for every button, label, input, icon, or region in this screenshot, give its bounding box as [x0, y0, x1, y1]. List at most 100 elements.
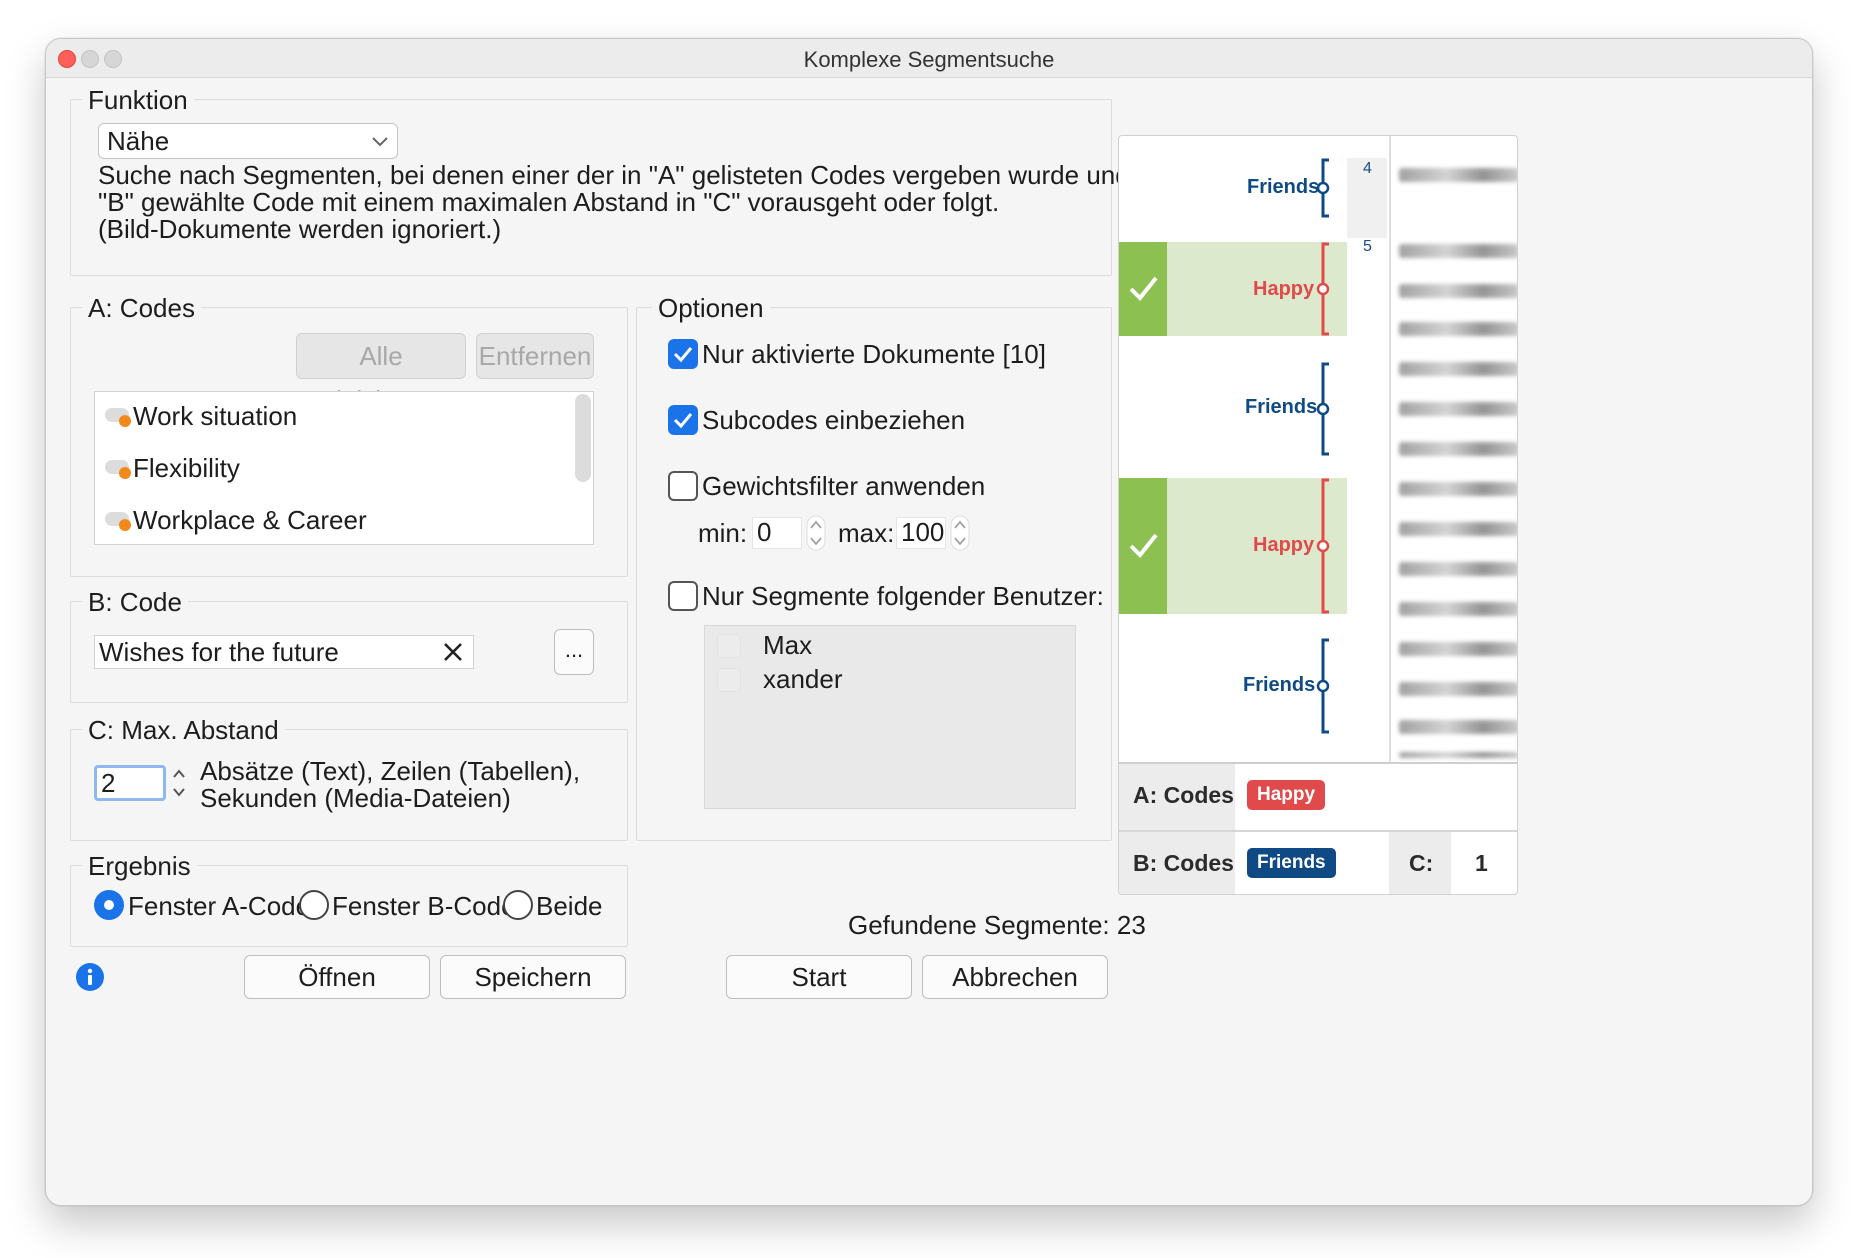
happy-code-label: Happy: [1253, 278, 1315, 300]
distance-value: 2: [101, 768, 116, 798]
user-list[interactable]: Max xander: [704, 625, 1076, 809]
friends-code-label: Friends: [1243, 674, 1316, 696]
blurred-text-line: [1399, 284, 1517, 298]
blurred-text-line: [1399, 682, 1517, 696]
cancel-button[interactable]: Abbrechen: [922, 955, 1108, 999]
check-icon: [1129, 276, 1158, 301]
browse-code-button[interactable]: ...: [554, 629, 594, 675]
blurred-text-line: [1399, 244, 1517, 258]
funktion-select[interactable]: Nähe: [98, 123, 398, 159]
distance-input[interactable]: 2: [94, 765, 166, 801]
include-subcodes-label: Subcodes einbeziehen: [702, 405, 966, 435]
dialog-window: Komplexe Segmentsuche Funktion Nähe Such…: [45, 38, 1813, 1206]
max-value: 100: [901, 517, 945, 547]
user-xander-label: xander: [763, 664, 843, 694]
distance-stepper[interactable]: [170, 765, 188, 801]
b-code-value: Wishes for the future: [99, 637, 339, 667]
list-scrollbar[interactable]: [575, 394, 591, 482]
legend-c-value: 1: [1475, 850, 1488, 876]
start-button[interactable]: Start: [726, 955, 912, 999]
blurred-text-line: [1399, 562, 1517, 576]
distance-unit-line2: Sekunden (Media-Dateien): [200, 783, 511, 813]
remove-button[interactable]: Entfernen: [476, 333, 594, 379]
legend-c-label: C:: [1409, 850, 1434, 876]
legend-b-label: B: Codes: [1133, 850, 1234, 876]
code-bracket-friends: [1316, 362, 1330, 456]
user-max-label: Max: [763, 630, 813, 660]
friends-code-label: Friends: [1247, 176, 1320, 198]
friends-code-label: Friends: [1245, 396, 1318, 418]
funktion-select-value: Nähe: [107, 126, 170, 156]
open-button[interactable]: Öffnen: [244, 955, 430, 999]
funktion-label: Funktion: [82, 85, 194, 115]
weight-filter-label: Gewichtsfilter anwenden: [702, 471, 986, 501]
code-bracket-friends: [1316, 638, 1330, 734]
found-segments-text: Gefundene Segmente: 23: [848, 910, 1146, 940]
blurred-text-line: [1399, 402, 1517, 416]
max-stepper[interactable]: [950, 515, 970, 551]
only-active-docs-checkbox[interactable]: [668, 339, 698, 369]
check-icon: [673, 347, 693, 363]
blurred-text-line: [1399, 482, 1517, 496]
blurred-text-line: [1399, 642, 1517, 656]
a-codes-label: A: Codes: [82, 293, 201, 323]
ergebnis-label: Ergebnis: [82, 851, 197, 881]
result-window-a-radio[interactable]: [94, 890, 124, 920]
funktion-desc-line3: (Bild-Dokumente werden ignoriert.): [98, 214, 502, 244]
result-window-a-label: Fenster A-Code: [128, 891, 311, 921]
b-code-label: B: Code: [82, 587, 188, 617]
chevron-down-icon: [372, 137, 388, 147]
blurred-text-line: [1399, 720, 1517, 734]
c-abstand-label: C: Max. Abstand: [82, 715, 285, 745]
column-divider: [1389, 136, 1391, 762]
check-icon: [1129, 533, 1158, 558]
blurred-text-line: [1399, 322, 1517, 336]
clear-icon[interactable]: [443, 642, 463, 662]
max-label: max:: [838, 518, 895, 548]
info-icon[interactable]: [76, 963, 104, 991]
code-tag-icon: [105, 408, 131, 427]
a-codes-list[interactable]: Work situation Flexibility Workplace & C…: [94, 391, 594, 545]
code-tag-icon: [105, 460, 131, 479]
max-input[interactable]: 100: [896, 517, 946, 549]
min-stepper[interactable]: [806, 515, 826, 551]
min-value: 0: [757, 517, 772, 547]
code-label: Work situation: [133, 401, 298, 431]
b-code-field[interactable]: Wishes for the future: [94, 635, 474, 669]
code-bracket-friends: [1316, 158, 1330, 218]
min-label: min:: [698, 518, 748, 548]
check-icon: [673, 413, 693, 429]
preview-panel: 4 5 Friends Happy Friends Happy Friends …: [1118, 135, 1518, 895]
legend-a-tag: Happy: [1247, 780, 1326, 810]
code-bracket-happy: [1316, 478, 1330, 614]
include-subcodes-checkbox[interactable]: [668, 405, 698, 435]
code-label: Workplace & Career: [133, 505, 367, 535]
only-active-docs-label: Nur aktivierte Dokumente [10]: [702, 339, 1046, 369]
window-title: Komplexe Segmentsuche: [803, 47, 1055, 72]
happy-code-label: Happy: [1253, 534, 1315, 556]
result-window-b-label: Fenster B-Code: [332, 891, 516, 921]
result-window-b-radio[interactable]: [299, 890, 329, 920]
match-check-bar: [1119, 242, 1167, 336]
blurred-text-line: [1399, 442, 1517, 456]
min-input[interactable]: 0: [752, 517, 802, 549]
legend-a-label: A: Codes: [1133, 782, 1234, 808]
optionen-label: Optionen: [652, 293, 770, 323]
weight-filter-checkbox[interactable]: [668, 471, 698, 501]
match-check-bar: [1119, 478, 1167, 614]
user-xander-checkbox[interactable]: [717, 668, 741, 692]
activate-all-button[interactable]: Alle aktivierten: [296, 333, 466, 415]
blurred-text-line: [1399, 752, 1517, 758]
blurred-text-line: [1399, 602, 1517, 616]
user-filter-checkbox[interactable]: [668, 581, 698, 611]
user-filter-label: Nur Segmente folgender Benutzer:: [702, 581, 1104, 611]
blurred-text-line: [1399, 168, 1517, 182]
result-both-label: Beide: [536, 891, 603, 921]
paragraph-number: 4: [1363, 160, 1372, 177]
blurred-text-line: [1399, 362, 1517, 376]
user-max-checkbox[interactable]: [717, 634, 741, 658]
save-button[interactable]: Speichern: [440, 955, 626, 999]
legend-b-tag: Friends: [1247, 848, 1336, 878]
title-bar: Komplexe Segmentsuche: [46, 39, 1812, 78]
result-both-radio[interactable]: [503, 890, 533, 920]
